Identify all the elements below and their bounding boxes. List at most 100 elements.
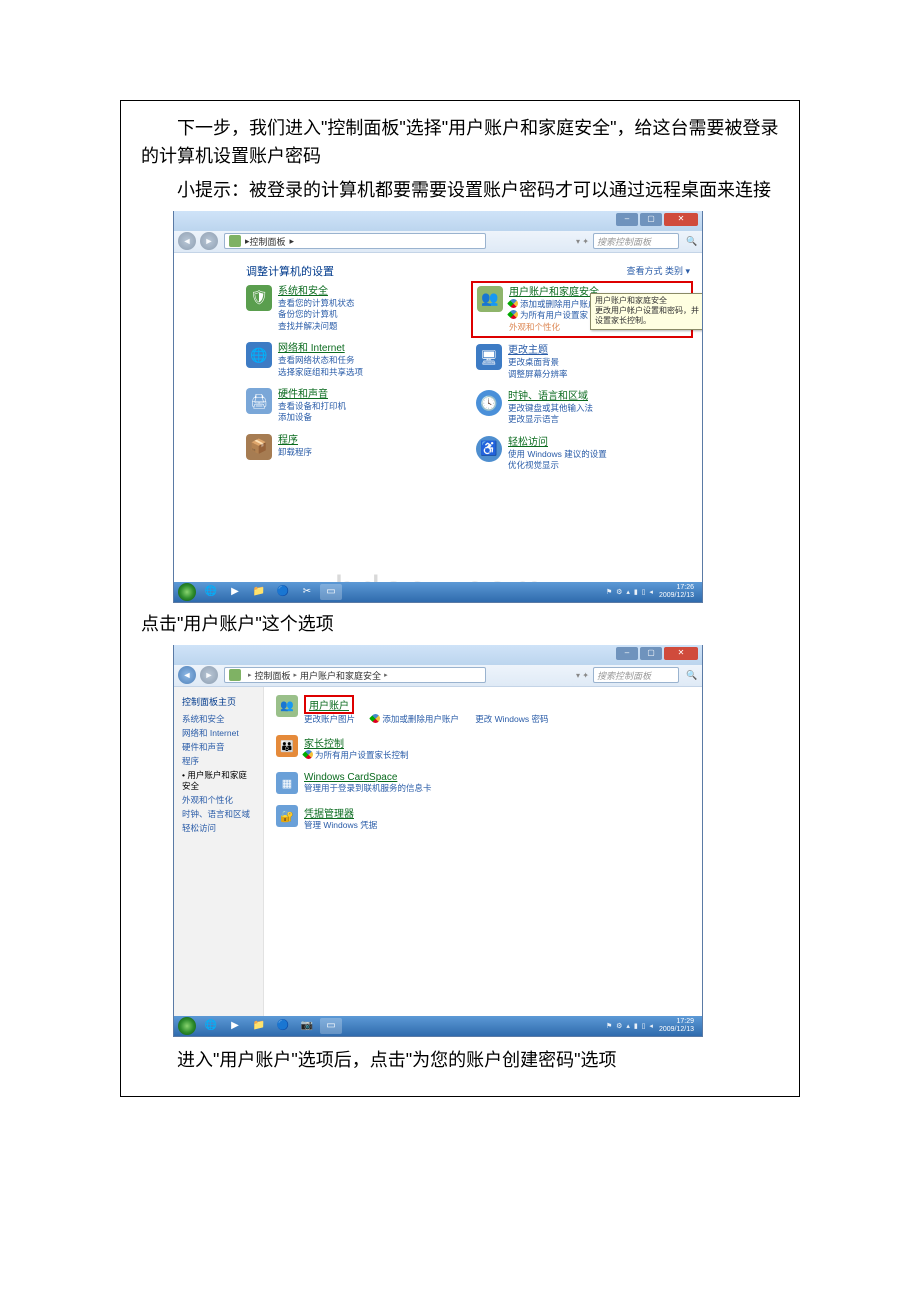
taskbar-app-icon[interactable]: 🔵	[272, 1018, 294, 1034]
start-orb[interactable]	[178, 1017, 196, 1035]
refresh-dropdown-icon[interactable]: ▾ ✦	[576, 671, 589, 680]
taskbar-explorer-icon[interactable]: 📁	[248, 1018, 270, 1034]
taskbar-clock[interactable]: 17:29 2009/12/13	[659, 1018, 694, 1033]
sidebar-item-appearance[interactable]: 外观和个性化	[182, 795, 255, 806]
taskbar-media-icon[interactable]: ▶	[224, 1018, 246, 1034]
sublink-manage-cards[interactable]: 管理用于登录到联机服务的信息卡	[304, 783, 432, 795]
category-programs[interactable]: 程序	[278, 434, 312, 447]
sublink[interactable]: 添加或删除用户账户	[520, 299, 597, 309]
breadcrumb-arrow: ▸	[294, 671, 298, 679]
tooltip-title: 用户账户和家庭安全	[595, 296, 703, 306]
window-close-button[interactable]: ✕	[664, 213, 698, 226]
sidebar-item-hardware-sound[interactable]: 硬件和声音	[182, 742, 255, 753]
window-minimize-button[interactable]: –	[616, 647, 638, 660]
sublink[interactable]: 查找并解决问题	[278, 321, 355, 332]
category-hardware-sound[interactable]: 硬件和声音	[278, 388, 346, 401]
sublink[interactable]: 更改桌面背景	[508, 357, 568, 368]
sublink-add-remove-user[interactable]: 添加或删除用户账户	[382, 714, 459, 724]
sublink[interactable]: 备份您的计算机	[278, 309, 355, 320]
nav-forward-button[interactable]: ►	[200, 232, 218, 250]
taskbar-ie-icon[interactable]: 🌐	[200, 584, 222, 600]
search-input[interactable]: 搜索控制面板	[593, 667, 679, 683]
taskbar-snip-icon[interactable]: 📷	[296, 1018, 318, 1034]
search-icon[interactable]: 🔍	[686, 670, 696, 680]
taskbar-media-icon[interactable]: ▶	[224, 584, 246, 600]
nav-back-button[interactable]: ◄	[178, 232, 196, 250]
taskbar-active-window[interactable]: ▭	[320, 1018, 342, 1034]
category-clock-language-region[interactable]: 时钟、语言和区域	[508, 390, 593, 403]
sublink[interactable]: 卸载程序	[278, 447, 312, 458]
credential-manager-icon: 🔐	[276, 805, 298, 827]
tooltip-body: 更改用户帐户设置和密码，并设置家长控制。	[595, 306, 703, 327]
sublink-change-windows-password[interactable]: 更改 Windows 密码	[475, 714, 548, 724]
window-close-button[interactable]: ✕	[664, 647, 698, 660]
user-accounts-icon: 👥	[477, 286, 503, 312]
taskbar-clock[interactable]: 17:26 2009/12/13	[659, 584, 694, 599]
sidebar-item-programs[interactable]: 程序	[182, 756, 255, 767]
screenshot-user-accounts: – ▢ ✕ ◄ ► ▸ 控制面板 ▸ 用户账户和家庭安全 ▸ ▾ ✦	[173, 645, 703, 1037]
sublink[interactable]: 查看设备和打印机	[278, 401, 346, 412]
nav-forward-button[interactable]: ►	[200, 666, 218, 684]
search-input[interactable]: 搜索控制面板	[593, 233, 679, 249]
sublink[interactable]: 查看您的计算机状态	[278, 298, 355, 309]
breadcrumb-item[interactable]: 控制面板	[255, 669, 291, 682]
nav-back-button[interactable]: ◄	[178, 666, 196, 684]
link-credential-manager[interactable]: 凭据管理器	[304, 805, 354, 820]
sidebar-item-user-accounts-family-safety[interactable]: 用户账户和家庭安全	[182, 770, 255, 792]
window-maximize-button[interactable]: ▢	[640, 647, 662, 660]
category-ease-of-access[interactable]: 轻松访问	[508, 436, 607, 449]
sublink-manage-credentials[interactable]: 管理 Windows 凭据	[304, 820, 377, 832]
cardspace-icon: ▦	[276, 772, 298, 794]
category-network-internet[interactable]: 网络和 Internet	[278, 342, 363, 355]
shield-icon	[370, 712, 383, 725]
sublink[interactable]: 优化视觉显示	[508, 460, 607, 471]
breadcrumb-item[interactable]: 控制面板	[250, 235, 286, 248]
view-mode-dropdown[interactable]: 查看方式 类别 ▾	[626, 264, 690, 277]
window-maximize-button[interactable]: ▢	[640, 213, 662, 226]
breadcrumb-bar[interactable]: ▸ 控制面板 ▸	[224, 233, 486, 249]
sublink-change-picture[interactable]: 更改账户图片	[304, 714, 355, 724]
shield-icon	[302, 749, 315, 762]
sublink[interactable]: 选择家庭组和共享选项	[278, 367, 363, 378]
tray-icons[interactable]: ⚑ ⚙ ▴ ▮ ▯ ◂	[606, 588, 654, 596]
sublink-cut: 外观和个性化	[509, 322, 599, 333]
sidebar-item-clock-language-region[interactable]: 时钟、语言和区域	[182, 809, 255, 820]
category-user-accounts-family-safety[interactable]: 用户账户和家庭安全	[509, 286, 599, 299]
link-parental-controls[interactable]: 家长控制	[304, 735, 344, 750]
sidebar-item-ease-of-access[interactable]: 轻松访问	[182, 823, 255, 834]
nav-toolbar: ◄ ► ▸ 控制面板 ▸ 用户账户和家庭安全 ▸ ▾ ✦ 搜索控制面板 🔍	[174, 665, 702, 687]
taskbar-app-icon[interactable]: 🔵	[272, 584, 294, 600]
sidebar-heading[interactable]: 控制面板主页	[182, 695, 255, 708]
refresh-dropdown-icon[interactable]: ▾ ✦	[576, 237, 589, 246]
sublink[interactable]: 更改键盘或其他输入法	[508, 403, 593, 414]
start-orb[interactable]	[178, 583, 196, 601]
control-panel-icon	[229, 235, 241, 247]
sublink[interactable]: 更改显示语言	[508, 414, 593, 425]
category-system-security[interactable]: 系统和安全	[278, 285, 355, 298]
paragraph-3: 点击"用户账户"这个选项	[141, 611, 779, 639]
taskbar-snip-icon[interactable]: ✂	[296, 584, 318, 600]
sublink-set-parental-controls[interactable]: 为所有用户设置家长控制	[315, 750, 409, 760]
taskbar-ie-icon[interactable]: 🌐	[200, 1018, 222, 1034]
window-minimize-button[interactable]: –	[616, 213, 638, 226]
tray-icons[interactable]: ⚑ ⚙ ▴ ▮ ▯ ◂	[606, 1022, 654, 1030]
shield-icon	[507, 308, 520, 321]
clock-time: 17:26	[659, 584, 694, 591]
breadcrumb-bar[interactable]: ▸ 控制面板 ▸ 用户账户和家庭安全 ▸	[224, 667, 486, 683]
breadcrumb-item[interactable]: 用户账户和家庭安全	[300, 669, 381, 682]
link-user-accounts[interactable]: 用户账户	[304, 695, 354, 714]
search-icon[interactable]: 🔍	[686, 236, 696, 246]
sublink[interactable]: 调整屏幕分辨率	[508, 369, 568, 380]
system-security-icon: 🛡	[246, 285, 272, 311]
sublink[interactable]: 添加设备	[278, 412, 346, 423]
category-appearance-personalization[interactable]: 更改主题	[508, 344, 568, 357]
taskbar-active-window[interactable]: ▭	[320, 584, 342, 600]
taskbar-explorer-icon[interactable]: 📁	[248, 584, 270, 600]
link-windows-cardspace[interactable]: Windows CardSpace	[304, 772, 397, 783]
sublink[interactable]: 查看网络状态和任务	[278, 355, 363, 366]
sidebar-item-network-internet[interactable]: 网络和 Internet	[182, 728, 255, 739]
nav-toolbar: ◄ ► ▸ 控制面板 ▸ ▾ ✦ 搜索控制面板 🔍	[174, 231, 702, 253]
sublink[interactable]: 为所有用户设置家	[520, 310, 588, 320]
sublink[interactable]: 使用 Windows 建议的设置	[508, 449, 607, 460]
sidebar-item-system-security[interactable]: 系统和安全	[182, 714, 255, 725]
